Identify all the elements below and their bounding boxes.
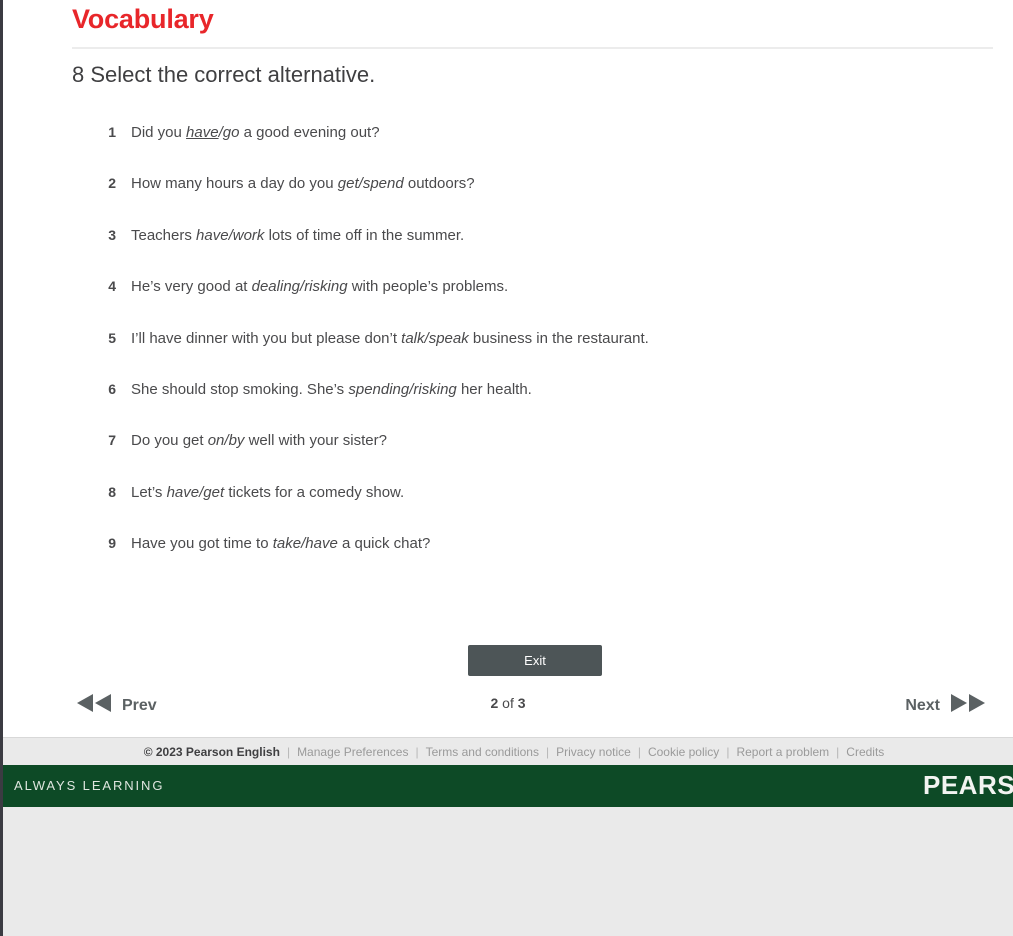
footer-separator: | <box>637 744 641 759</box>
footer-separator: | <box>545 744 550 759</box>
footer-link[interactable]: Cookie policy <box>648 745 719 759</box>
exercise-item: 2 How many hours a day do you get/spend o… <box>3 171 1013 222</box>
sentence-before: Do you get <box>131 432 208 450</box>
item-sentence: I’ll have dinner with you but please don… <box>131 329 649 349</box>
page-of-text: of <box>498 695 518 711</box>
page-indicator: 2 of 3 <box>3 695 1013 711</box>
option-a[interactable]: on <box>208 432 225 449</box>
item-sentence: Did you have/go a good evening out? <box>131 123 380 143</box>
footer-inner: © 2023 Pearson English | Manage Preferenc… <box>144 745 885 759</box>
sentence-after: tickets for a comedy show. <box>224 483 405 501</box>
footer-separator: | <box>726 744 730 759</box>
sentence-before: Teachers <box>131 226 197 244</box>
sentence-before: She should stop smoking. She’s <box>131 380 349 398</box>
option-a[interactable]: get <box>338 175 359 192</box>
option-a[interactable]: talk <box>401 330 424 347</box>
next-label: Next <box>905 696 940 714</box>
page-background-below <box>3 807 1013 936</box>
footer-separator: | <box>836 744 840 759</box>
item-number: 6 <box>108 380 116 397</box>
exercise-page: Vocabulary 8 Select the correct alternat… <box>3 0 1013 737</box>
sentence-before: He’s very good at <box>131 278 252 296</box>
footer-links-bar: © 2023 Pearson English | Manage Preferenc… <box>3 737 1013 765</box>
item-number: 5 <box>108 329 116 346</box>
item-number: 8 <box>108 483 116 500</box>
copyright-text: © 2023 Pearson English <box>143 744 280 759</box>
double-arrow-right-icon <box>947 692 989 719</box>
option-b[interactable]: have <box>305 535 338 552</box>
exercise-item-list: 1 Did you have/go a good evening out? 2 How… <box>3 120 1013 583</box>
app-viewport: Vocabulary 8 Select the correct alternat… <box>0 0 1013 936</box>
item-sentence: He’s very good at dealing/risking with p… <box>131 277 508 297</box>
option-a[interactable]: dealing <box>252 278 300 295</box>
sentence-after: a quick chat? <box>337 535 431 553</box>
item-number: 7 <box>108 432 116 449</box>
item-number: 4 <box>108 278 116 295</box>
page-title: Vocabulary <box>72 4 214 34</box>
sentence-after: with people’s problems. <box>347 278 509 296</box>
footer-link[interactable]: Terms and conditions <box>426 745 539 759</box>
item-number: 2 <box>108 175 116 192</box>
option-b[interactable]: go <box>223 124 240 141</box>
option-b[interactable]: by <box>229 432 245 449</box>
exercise-item: 1 Did you have/go a good evening out? <box>3 120 1013 171</box>
footer-link[interactable]: Credits <box>846 745 884 759</box>
sentence-before: I’ll have dinner with you but please don… <box>131 329 402 347</box>
exercise-item: 3 Teachers have/work lots of time off in … <box>3 223 1013 274</box>
option-b[interactable]: work <box>233 227 265 244</box>
footer-link[interactable]: Manage Preferences <box>297 745 408 759</box>
item-sentence: How many hours a day do you get/spend ou… <box>131 174 475 194</box>
exit-button[interactable]: Exit <box>468 645 602 676</box>
window-left-edge <box>0 0 3 936</box>
option-a[interactable]: have <box>196 227 229 244</box>
sentence-after: a good evening out? <box>239 124 380 141</box>
option-a[interactable]: take <box>273 535 301 552</box>
exercise-item: 4 He’s very good at dealing/risking with … <box>3 274 1013 325</box>
option-b[interactable]: risking <box>413 381 456 398</box>
option-b[interactable]: speak <box>429 330 469 347</box>
item-sentence: She should stop smoking. She’s spending/… <box>131 380 532 400</box>
sentence-after: well with your sister? <box>244 432 387 450</box>
exercise-item: 5 I’ll have dinner with you but please do… <box>3 326 1013 377</box>
always-learning-tagline: ALWAYS LEARNING <box>14 778 165 793</box>
sentence-before: Have you got time to <box>131 535 273 553</box>
item-sentence: Have you got time to take/have a quick c… <box>131 534 430 554</box>
option-a[interactable]: spending <box>348 381 409 398</box>
exercise-item: 8 Let’s have/get tickets for a comedy sho… <box>3 480 1013 531</box>
exercise-item: 6 She should stop smoking. She’s spending… <box>3 377 1013 428</box>
footer-link[interactable]: Privacy notice <box>556 745 631 759</box>
sentence-after: outdoors? <box>403 175 475 193</box>
sentence-after: business in the restaurant. <box>468 329 649 347</box>
item-sentence: Do you get on/by well with your sister? <box>131 431 387 451</box>
footer-separator: | <box>286 744 291 759</box>
item-number: 1 <box>108 124 116 140</box>
item-sentence: Teachers have/work lots of time off in t… <box>131 226 464 246</box>
exercise-instruction: 8 Select the correct alternative. <box>72 62 376 87</box>
item-sentence: Let’s have/get tickets for a comedy show… <box>131 483 404 503</box>
page-total: 3 <box>517 695 526 711</box>
sentence-before: How many hours a day do you <box>131 175 338 193</box>
next-button[interactable]: Next <box>905 692 989 719</box>
footer-separator: | <box>415 744 419 759</box>
exercise-item: 7 Do you get on/by well with your sister? <box>3 428 1013 479</box>
item-number: 9 <box>108 535 116 552</box>
sentence-after: her health. <box>456 380 532 398</box>
option-a[interactable]: have <box>167 484 200 501</box>
title-divider <box>72 47 993 49</box>
exercise-item: 9 Have you got time to take/have a quick … <box>3 531 1013 582</box>
sentence-before: Did you <box>131 124 187 141</box>
option-b[interactable]: get <box>203 484 224 501</box>
option-a[interactable]: have <box>186 124 219 141</box>
navigation-row: Prev 2 of 3 Next <box>3 692 1013 726</box>
sentence-after: lots of time off in the summer. <box>264 226 465 244</box>
pearson-wordmark: PEARSON <box>923 770 1013 800</box>
item-number: 3 <box>108 226 116 243</box>
sentence-before: Let’s <box>131 483 167 501</box>
option-b[interactable]: risking <box>304 278 347 295</box>
pearson-brand-bar: ALWAYS LEARNING PEARSON <box>3 765 1013 807</box>
option-b[interactable]: spend <box>363 175 404 192</box>
footer-link[interactable]: Report a problem <box>736 745 829 759</box>
